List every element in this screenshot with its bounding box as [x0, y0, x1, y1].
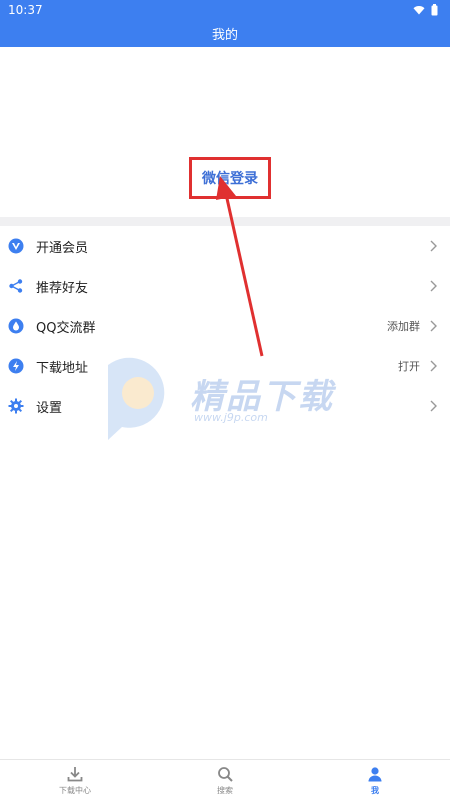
gear-icon: [8, 398, 24, 414]
watermark: 精品下载 www.j9p.com: [98, 355, 358, 445]
chevron-right-icon: [428, 400, 440, 412]
vip-icon: [8, 238, 24, 254]
menu-extra: 添加群: [387, 320, 420, 333]
menu-label: 推荐好友: [36, 280, 89, 296]
section-divider: [0, 217, 450, 226]
login-area: 微信登录: [0, 47, 450, 217]
menu-item-vip[interactable]: 开通会员: [0, 226, 450, 266]
drop-icon: [8, 318, 24, 334]
chevron-right-icon: [428, 280, 440, 292]
download-icon: [66, 765, 84, 783]
share-icon: [8, 278, 24, 294]
tab-label: 下载中心: [59, 785, 91, 795]
battery-icon: [431, 4, 438, 16]
bottom-tab-bar: 下载中心 搜索 我: [0, 759, 450, 800]
menu-label: QQ交流群: [36, 320, 96, 336]
watermark-url: www.j9p.com: [194, 411, 268, 424]
menu-item-qq-group[interactable]: QQ交流群 添加群: [0, 306, 450, 346]
chevron-right-icon: [428, 240, 440, 252]
lightning-icon: [8, 358, 24, 374]
tab-me[interactable]: 我: [300, 760, 450, 800]
wifi-icon: [413, 6, 425, 15]
status-time: 10:37: [8, 3, 43, 17]
tab-label: 我: [371, 785, 379, 795]
status-icons: [413, 4, 438, 16]
user-icon: [366, 765, 384, 783]
tab-search[interactable]: 搜索: [150, 760, 300, 800]
chevron-right-icon: [428, 360, 440, 372]
wechat-login-button[interactable]: 微信登录: [189, 157, 271, 199]
search-icon: [216, 765, 234, 783]
watermark-logo-icon: [108, 357, 165, 440]
wechat-login-label: 微信登录: [202, 171, 258, 187]
page-title: 我的: [0, 20, 450, 47]
tab-label: 搜索: [217, 785, 233, 795]
status-bar: 10:37: [0, 0, 450, 20]
menu-item-share[interactable]: 推荐好友: [0, 266, 450, 306]
menu-extra: 打开: [398, 360, 420, 373]
menu-label: 开通会员: [36, 240, 89, 256]
chevron-right-icon: [428, 320, 440, 332]
tab-download-center[interactable]: 下载中心: [0, 760, 150, 800]
